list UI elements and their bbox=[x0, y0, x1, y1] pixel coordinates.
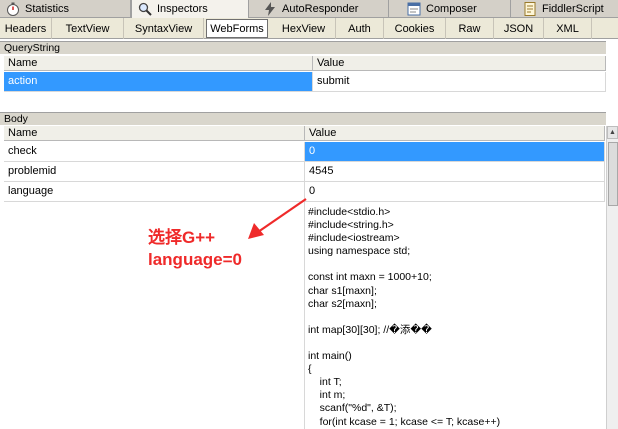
querystring-section-header: QueryString bbox=[0, 41, 606, 54]
tab-xml-label: XML bbox=[556, 22, 579, 35]
scroll-up-arrow-icon[interactable]: ▲ bbox=[607, 126, 618, 139]
querystring-row-name[interactable]: action bbox=[4, 72, 313, 92]
tab-statistics-label: Statistics bbox=[25, 3, 70, 15]
tab-textview-label: TextView bbox=[65, 22, 110, 35]
querystring-row-value-text: submit bbox=[317, 75, 350, 87]
tab-json-label: JSON bbox=[503, 22, 534, 35]
body-row-value[interactable]: 4545 bbox=[305, 162, 605, 182]
tab-inspectors[interactable]: Inspectors bbox=[131, 0, 249, 19]
lightning-icon bbox=[265, 2, 275, 16]
body-row-name[interactable]: check bbox=[4, 142, 305, 162]
tab-composer-label: Composer bbox=[426, 3, 477, 15]
annotation-arrow-icon bbox=[248, 198, 307, 239]
body-row-value-text: 4545 bbox=[309, 165, 334, 177]
tab-auth-label: Auth bbox=[348, 22, 371, 35]
tab-webforms-label: WebForms bbox=[210, 22, 264, 35]
tab-raw-label: Raw bbox=[458, 22, 481, 35]
body-row-value-text: 0 bbox=[309, 145, 316, 157]
tab-syntaxview[interactable]: SyntaxView bbox=[124, 18, 204, 39]
tab-fiddlerscript-label: FiddlerScript bbox=[542, 3, 604, 15]
tab-statistics[interactable]: Statistics bbox=[0, 0, 131, 18]
tab-headers[interactable]: Headers bbox=[0, 18, 52, 39]
querystring-name-header-label: Name bbox=[8, 57, 38, 69]
scrollbar-thumb[interactable] bbox=[608, 142, 618, 206]
magnifier-icon bbox=[138, 2, 152, 16]
tab-composer[interactable]: Composer bbox=[389, 0, 511, 18]
tab-syntaxview-label: SyntaxView bbox=[134, 22, 193, 35]
querystring-empty-area bbox=[4, 92, 606, 111]
tab-auth[interactable]: Auth bbox=[336, 18, 384, 39]
body-value-header-label: Value bbox=[309, 127, 337, 139]
querystring-value-column-header[interactable]: Value bbox=[313, 56, 606, 71]
tab-json[interactable]: JSON bbox=[494, 18, 544, 39]
querystring-value-header-label: Value bbox=[317, 57, 345, 69]
body-row-value[interactable]: 0 bbox=[305, 142, 605, 162]
tab-fiddlerscript[interactable]: FiddlerScript bbox=[511, 0, 618, 18]
body-title: Body bbox=[4, 113, 28, 125]
body-section-header: Body bbox=[0, 112, 606, 125]
body-name-header-label: Name bbox=[8, 127, 38, 139]
tab-raw[interactable]: Raw bbox=[446, 18, 494, 39]
inspector-tab-bar: Headers TextView SyntaxView WebForms Hex… bbox=[0, 18, 618, 39]
top-tab-bar: Statistics Inspectors AutoResponder Comp… bbox=[0, 0, 618, 19]
tab-textview[interactable]: TextView bbox=[52, 18, 124, 39]
tab-cookies[interactable]: Cookies bbox=[384, 18, 446, 39]
body-value-column-header[interactable]: Value bbox=[305, 126, 605, 141]
script-icon bbox=[524, 2, 536, 16]
tab-webforms[interactable]: WebForms bbox=[206, 19, 268, 38]
tab-hexview[interactable]: HexView bbox=[272, 18, 336, 39]
body-row-name-text: problemid bbox=[8, 165, 57, 177]
composer-icon bbox=[407, 2, 421, 16]
tab-inspectors-label: Inspectors bbox=[157, 3, 208, 15]
tab-xml[interactable]: XML bbox=[544, 18, 592, 39]
body-row-name-text: check bbox=[8, 145, 37, 157]
stopwatch-icon bbox=[7, 2, 19, 16]
tab-headers-label: Headers bbox=[4, 22, 47, 35]
code-value-text: #include<stdio.h> #include<string.h> #in… bbox=[308, 206, 501, 429]
tab-cookies-label: Cookies bbox=[394, 22, 435, 35]
body-name-column-header[interactable]: Name bbox=[4, 126, 305, 141]
querystring-row-name-text: action bbox=[8, 75, 38, 87]
tab-hexview-label: HexView bbox=[281, 22, 326, 35]
body-row-name-text: language bbox=[8, 185, 54, 197]
tab-autoresponder-label: AutoResponder bbox=[282, 3, 359, 15]
querystring-row-value[interactable]: submit bbox=[313, 72, 606, 92]
body-row-value[interactable]: 0 bbox=[305, 182, 605, 202]
body-row-name[interactable]: problemid bbox=[4, 162, 305, 182]
body-vertical-scrollbar[interactable]: ▲ bbox=[606, 126, 618, 429]
querystring-title: QueryString bbox=[4, 42, 61, 54]
code-value-cell[interactable]: #include<stdio.h> #include<string.h> #in… bbox=[305, 206, 603, 429]
querystring-name-column-header[interactable]: Name bbox=[4, 56, 313, 71]
annotation-line-2: language=0 bbox=[148, 250, 243, 269]
tab-autoresponder[interactable]: AutoResponder bbox=[249, 0, 389, 18]
